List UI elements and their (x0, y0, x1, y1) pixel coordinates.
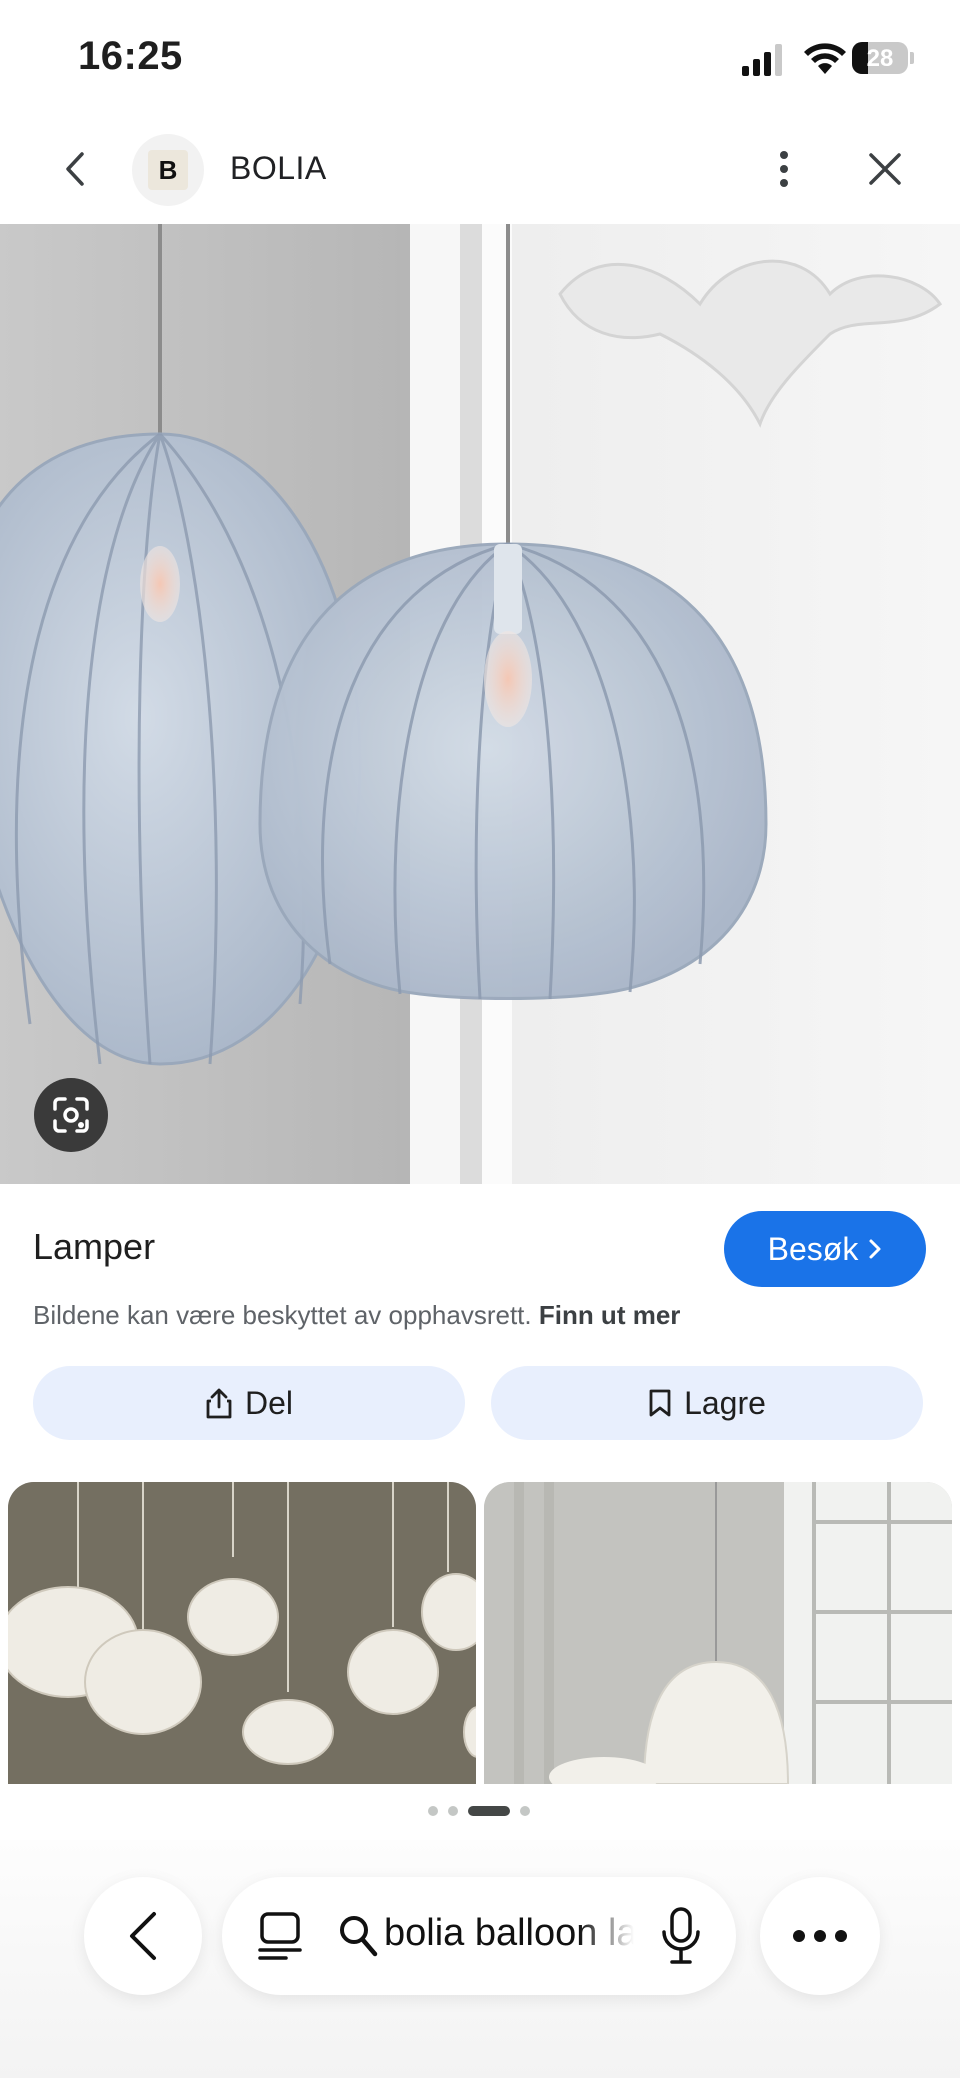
result-image[interactable] (0, 224, 960, 1184)
share-label: Del (244, 1384, 293, 1421)
related-image-2-photo (484, 1482, 952, 1784)
search-query[interactable]: bolia balloon lamp (384, 1912, 634, 1955)
page-dot (468, 1806, 510, 1816)
save-button[interactable]: Lagre (491, 1366, 923, 1440)
site-logo-mark: B (148, 150, 188, 190)
close-icon (869, 153, 901, 185)
close-button[interactable] (862, 146, 908, 192)
site-name[interactable]: BOLIA (230, 150, 327, 187)
related-image-2[interactable] (484, 1482, 952, 1784)
visit-button[interactable]: Besøk (724, 1211, 926, 1287)
lamp-photo (0, 224, 960, 1184)
page-indicator (428, 1805, 534, 1817)
page-dot (520, 1806, 530, 1816)
visit-label: Besøk (767, 1230, 859, 1267)
browser-back-button[interactable] (84, 1877, 202, 1995)
battery-indicator: 28 (852, 42, 908, 74)
back-arrow-icon (130, 1912, 156, 1960)
copyright-text: Bildene kan være beskyttet av opphavsret… (33, 1300, 532, 1330)
page-dot (428, 1806, 438, 1816)
battery-level: 28 (866, 45, 894, 72)
more-vert-icon (780, 151, 788, 187)
save-label: Lagre (684, 1384, 766, 1421)
search-icon (340, 1916, 378, 1957)
related-image-1[interactable] (8, 1482, 476, 1784)
result-title: Lamper (33, 1226, 156, 1267)
mic-icon[interactable] (660, 1906, 702, 1966)
site-logo[interactable]: B (132, 134, 204, 206)
lens-search-button[interactable] (34, 1078, 108, 1152)
battery-tip (910, 52, 914, 64)
lens-icon (53, 1097, 89, 1133)
bookmark-icon (649, 1389, 671, 1417)
share-icon (206, 1388, 232, 1419)
back-button[interactable] (52, 146, 98, 192)
share-button[interactable]: Del (33, 1366, 465, 1440)
learn-more-link[interactable]: Finn ut mer (539, 1300, 681, 1330)
chevron-left-icon (66, 152, 84, 186)
copyright-notice: Bildene kan være beskyttet av opphavsret… (33, 1300, 680, 1331)
wifi-icon (804, 43, 846, 74)
tabs-icon[interactable] (256, 1910, 304, 1962)
status-time: 16:25 (78, 34, 183, 78)
more-options-button[interactable] (766, 146, 802, 192)
more-horiz-icon (793, 1930, 847, 1942)
page-dot (448, 1806, 458, 1816)
related-image-1-photo (8, 1482, 476, 1784)
cellular-signal-icon (742, 44, 782, 76)
browser-more-button[interactable] (760, 1877, 880, 1995)
chevron-right-icon (869, 1239, 881, 1259)
